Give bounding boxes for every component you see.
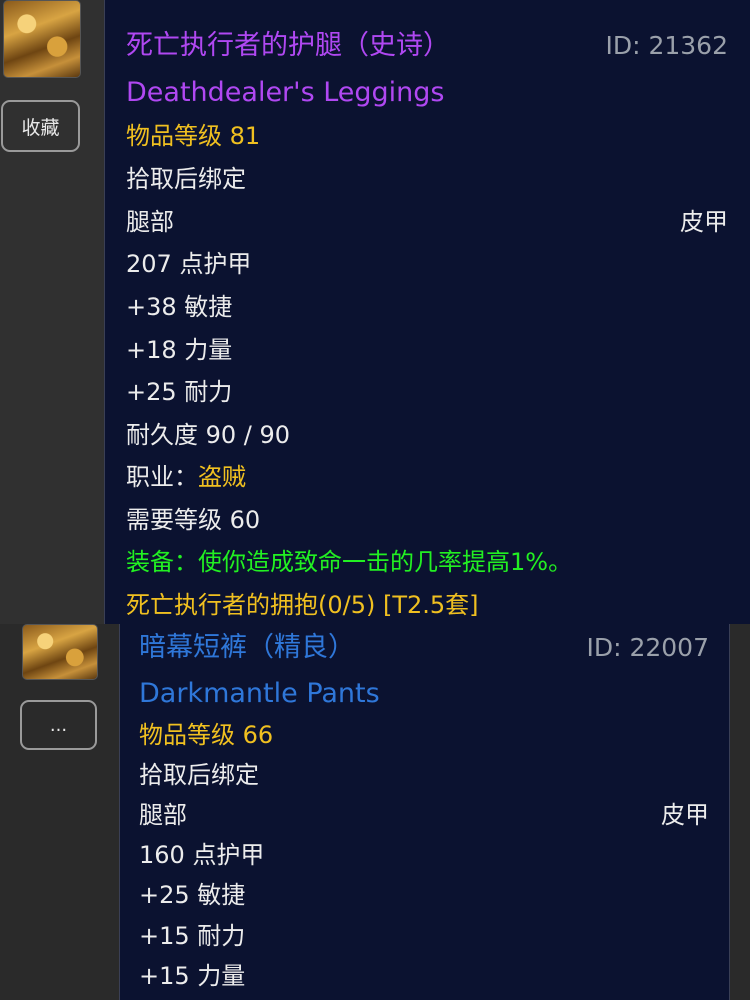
stat-agility: +25 敏捷 xyxy=(139,881,246,909)
more-button[interactable]: ... xyxy=(20,700,97,750)
item-id: ID: 21362 xyxy=(605,31,728,60)
item-name-cn-text: 暗幕短裤（精良） xyxy=(139,632,355,663)
item-name-cn: 暗幕短裤（精良） ID: 22007 xyxy=(120,634,729,661)
item-sidebar: 收藏 xyxy=(0,0,104,624)
armor-text: 207 点护甲 xyxy=(126,250,252,278)
item-sidebar: ... xyxy=(0,624,119,1000)
stat-agility: +38 敏捷 xyxy=(126,293,233,321)
durability-text: 耐久度 90 / 90 xyxy=(126,421,291,449)
armor-type-text: 皮甲 xyxy=(680,208,728,236)
item-tooltip: 暗幕短裤（精良） ID: 22007 Darkmantle Pants 物品等级… xyxy=(119,624,730,1000)
equip-effect-text: 装备：使你造成致命一击的几率提高1%。 xyxy=(126,548,573,576)
leggings-icon[interactable] xyxy=(3,0,81,78)
class-value: 盗贼 xyxy=(198,463,246,491)
item-name-en: Darkmantle Pants xyxy=(139,678,380,709)
slot-row: 腿部 皮甲 xyxy=(105,210,750,234)
set-name-link[interactable]: 死亡执行者的拥抱(0/5) [T2.5套] xyxy=(105,593,750,617)
armor-text: 160 点护甲 xyxy=(139,841,265,869)
item-level: 物品等级 81 xyxy=(126,122,261,150)
slot-row: 腿部 皮甲 xyxy=(120,803,729,827)
item-card-deathdealers-leggings: 收藏 死亡执行者的护腿（史诗） ID: 21362 Deathdealer's … xyxy=(0,0,750,624)
slot-text: 腿部 xyxy=(126,208,174,236)
item-name-cn: 死亡执行者的护腿（史诗） ID: 21362 xyxy=(105,32,750,59)
stat-stamina: +15 耐力 xyxy=(139,922,246,950)
item-name-cn-text: 死亡执行者的护腿（史诗） xyxy=(126,30,450,61)
item-id: ID: 22007 xyxy=(586,633,709,662)
binding-text: 拾取后绑定 xyxy=(139,761,259,789)
item-card-darkmantle-pants: ... 暗幕短裤（精良） ID: 22007 Darkmantle Pants … xyxy=(0,624,750,1000)
stat-stamina: +25 耐力 xyxy=(126,378,233,406)
class-label: 职业： xyxy=(126,463,198,491)
binding-text: 拾取后绑定 xyxy=(126,165,246,193)
item-level: 物品等级 66 xyxy=(139,721,274,749)
required-level-text: 需要等级 60 xyxy=(126,506,261,534)
item-tooltip: 死亡执行者的护腿（史诗） ID: 21362 Deathdealer's Leg… xyxy=(104,0,750,624)
item-name-en: Deathdealer's Leggings xyxy=(126,77,445,108)
right-edge-strip xyxy=(730,624,750,1000)
armor-type-text: 皮甲 xyxy=(661,801,709,829)
pants-icon[interactable] xyxy=(22,624,98,680)
stat-strength: +18 力量 xyxy=(126,336,233,364)
class-row: 职业：盗贼 xyxy=(105,465,750,489)
favorite-button[interactable]: 收藏 xyxy=(1,100,80,152)
slot-text: 腿部 xyxy=(139,801,187,829)
stat-strength: +15 力量 xyxy=(139,962,246,990)
